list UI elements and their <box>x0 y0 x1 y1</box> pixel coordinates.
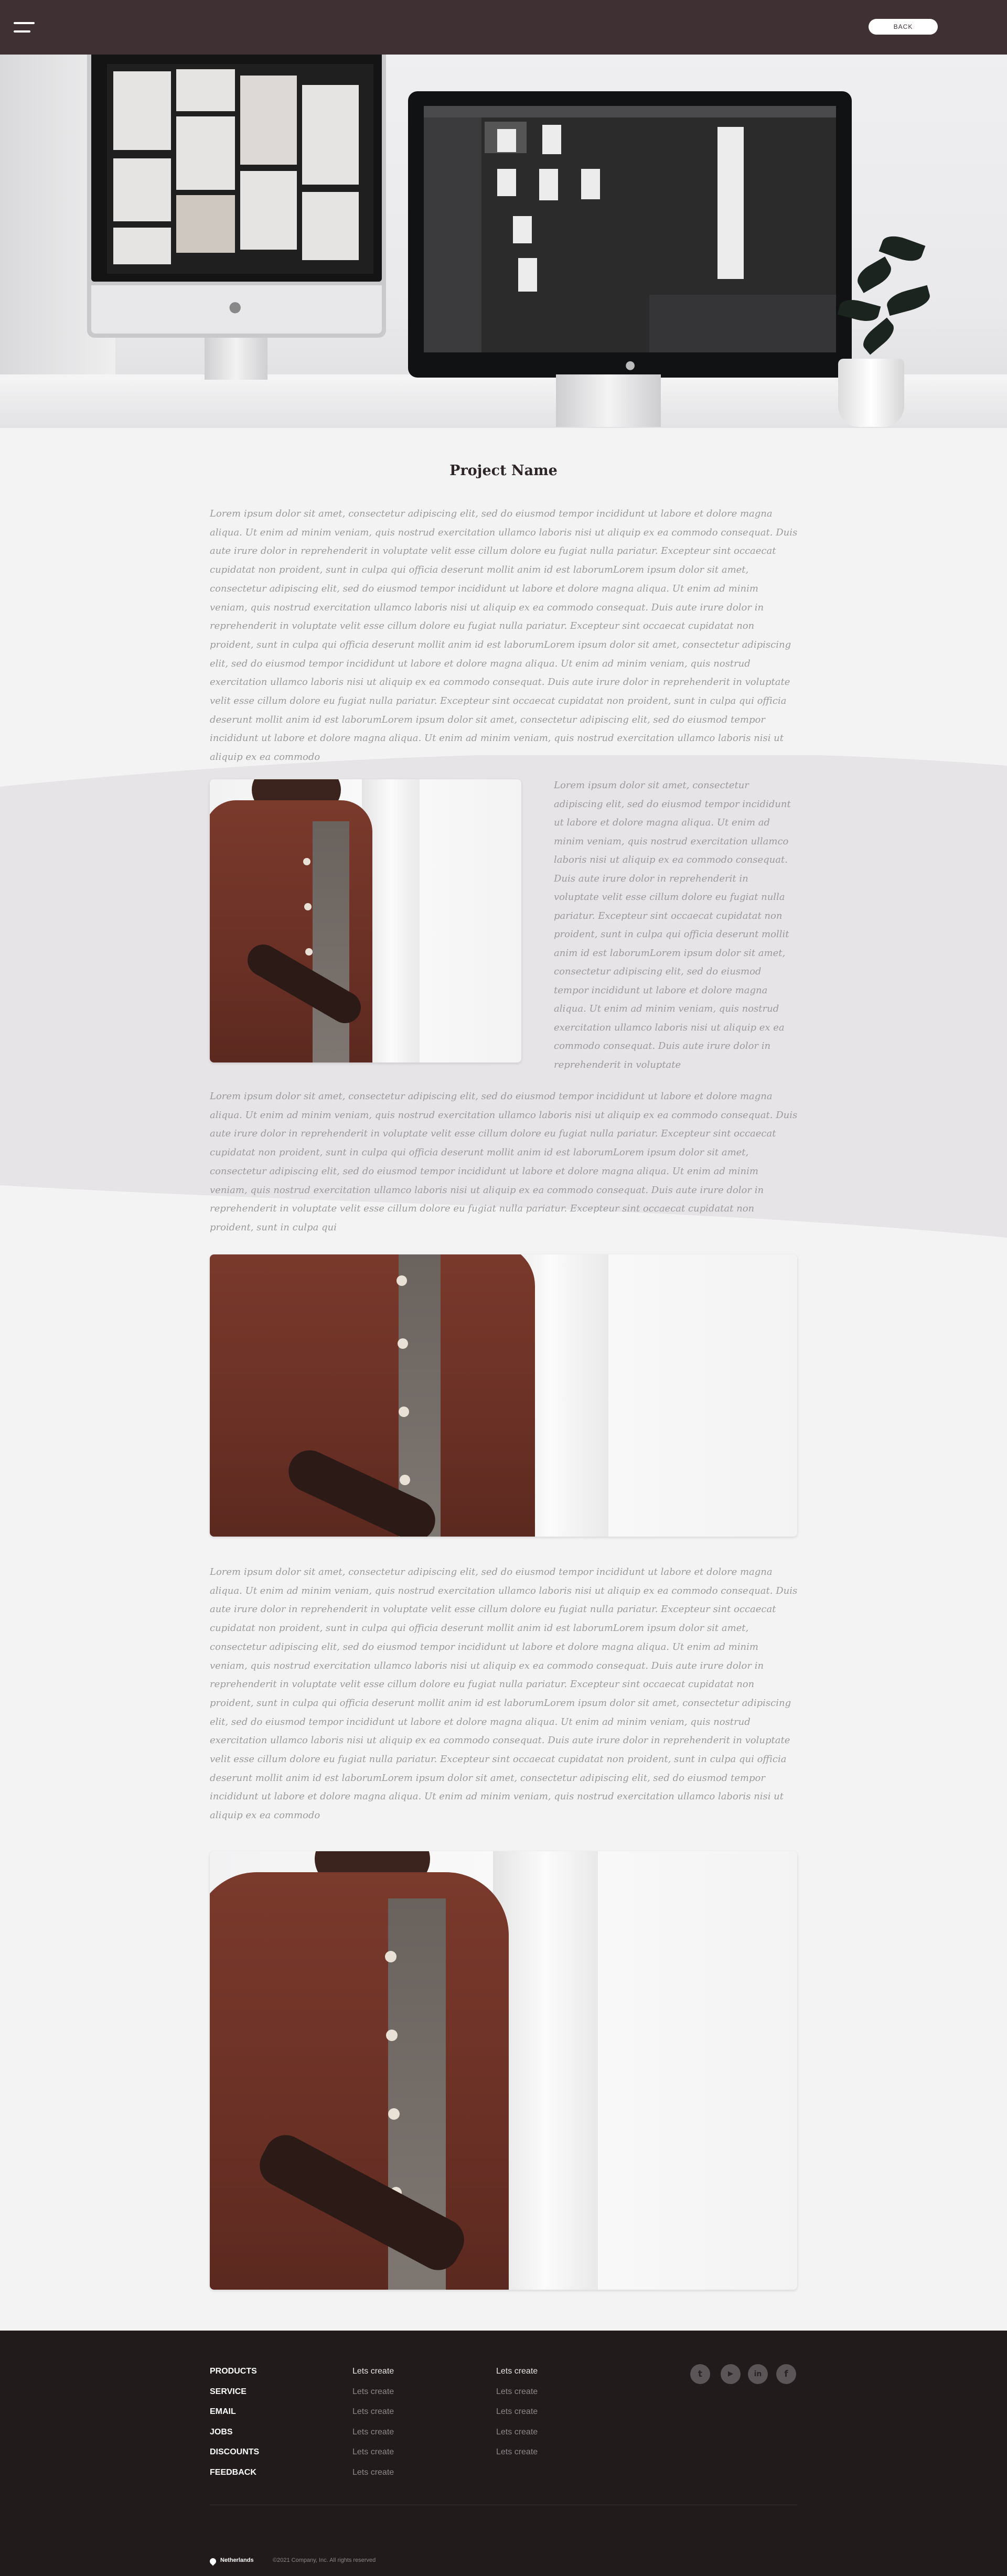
footer-link[interactable]: Lets create <box>352 2366 394 2387</box>
right-imac-illustration: ● <box>408 91 852 378</box>
plant-leaf <box>853 256 896 293</box>
footer-column-2: Lets create Lets create Lets create Lets… <box>352 2366 394 2487</box>
side-paragraph: Lorem ipsum dolor sit amet, consectetur … <box>554 780 791 1070</box>
apple-logo-icon: ● <box>229 298 242 315</box>
footer-link[interactable]: Lets create <box>352 2427 394 2448</box>
footer-link[interactable]: EMAIL <box>210 2407 259 2427</box>
footer-column-1: PRODUCTS SERVICE EMAIL JOBS DISCOUNTS FE… <box>210 2366 259 2487</box>
left-imac-screen <box>107 64 373 274</box>
footer-link[interactable]: Lets create <box>352 2407 394 2427</box>
footer-link[interactable]: Lets create <box>496 2447 538 2467</box>
footer-link[interactable]: Lets create <box>496 2407 538 2427</box>
footer-link[interactable]: Lets create <box>496 2387 538 2407</box>
top-navigation-bar: BACK <box>0 0 1007 55</box>
right-imac-screen <box>424 106 836 352</box>
plant-leaf <box>859 317 898 355</box>
youtube-icon[interactable]: ▶ <box>721 2364 741 2384</box>
band-paragraph: Lorem ipsum dolor sit amet, consectetur … <box>210 1091 798 1233</box>
location-label: Netherlands <box>220 2557 254 2563</box>
left-imac-stand <box>205 338 267 380</box>
left-imac-illustration: ● <box>87 55 386 338</box>
footer-link[interactable]: Lets create <box>352 2447 394 2467</box>
intro-paragraph: Lorem ipsum dolor sit amet, consectetur … <box>210 508 798 763</box>
project-title: Project Name <box>449 463 558 479</box>
footer-column-3: Lets create Lets create Lets create Lets… <box>496 2366 538 2467</box>
right-imac-stand <box>556 374 661 427</box>
hamburger-line <box>14 22 35 24</box>
footer-link[interactable]: FEEDBACK <box>210 2467 259 2488</box>
back-button[interactable]: BACK <box>869 19 938 35</box>
hamburger-menu-icon[interactable] <box>14 20 35 35</box>
plant-leaf <box>884 285 933 316</box>
footer-link[interactable]: PRODUCTS <box>210 2366 259 2387</box>
hamburger-line <box>14 30 30 33</box>
footer-link[interactable]: Lets create <box>352 2387 394 2407</box>
footer-link[interactable]: SERVICE <box>210 2387 259 2407</box>
apple-logo-icon: ● <box>625 359 636 372</box>
footer-link[interactable]: DISCOUNTS <box>210 2447 259 2467</box>
facebook-icon[interactable]: f <box>776 2364 796 2384</box>
linkedin-icon[interactable]: in <box>748 2364 768 2384</box>
footer-link[interactable]: Lets create <box>352 2467 394 2488</box>
project-photo-2 <box>210 1254 797 1537</box>
footer-link[interactable]: Lets create <box>496 2427 538 2448</box>
project-photo-3 <box>210 1851 797 2290</box>
copyright-text: ©2021 Company, Inc. All rights reserved <box>273 2557 376 2563</box>
body-paragraph: Lorem ipsum dolor sit amet, consectetur … <box>210 1566 798 1821</box>
footer-link[interactable]: JOBS <box>210 2427 259 2448</box>
plant-pot <box>838 359 904 427</box>
hero-image: ● ● <box>0 55 1007 428</box>
footer-link[interactable]: Lets create <box>496 2366 538 2387</box>
project-photo-1 <box>210 779 521 1062</box>
twitter-icon[interactable]: t <box>690 2364 710 2384</box>
